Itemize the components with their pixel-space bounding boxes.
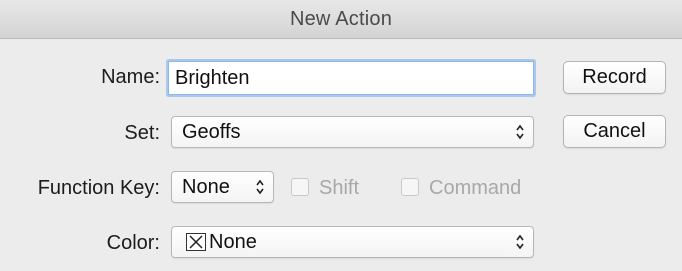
color-popup[interactable]: None xyxy=(171,226,534,258)
name-field[interactable]: Brighten xyxy=(168,61,534,95)
new-action-dialog: New Action Name: Brighten Set: Geoffs Fu… xyxy=(0,0,682,271)
color-popup-value: None xyxy=(209,230,257,253)
set-popup[interactable]: Geoffs xyxy=(171,116,534,148)
shift-checkbox[interactable] xyxy=(291,178,309,196)
window-title: New Action xyxy=(289,7,393,30)
none-swatch-icon xyxy=(186,233,206,251)
function-key-popup[interactable]: None xyxy=(171,171,274,203)
command-checkbox[interactable] xyxy=(401,178,419,196)
shift-label: Shift xyxy=(319,177,360,199)
command-label: Command xyxy=(429,177,522,199)
title-bar: New Action xyxy=(0,0,682,39)
name-label: Name: xyxy=(101,66,160,88)
up-down-arrows-icon xyxy=(516,124,524,140)
function-key-popup-value: None xyxy=(182,175,230,198)
function-key-label: Function Key: xyxy=(37,177,160,199)
up-down-arrows-icon xyxy=(516,234,524,250)
set-label: Set: xyxy=(124,122,160,144)
set-popup-value: Geoffs xyxy=(182,120,241,143)
cancel-button[interactable]: Cancel xyxy=(563,115,666,148)
record-button[interactable]: Record xyxy=(563,61,666,94)
up-down-arrows-icon xyxy=(256,179,264,195)
color-label: Color: xyxy=(106,232,160,254)
